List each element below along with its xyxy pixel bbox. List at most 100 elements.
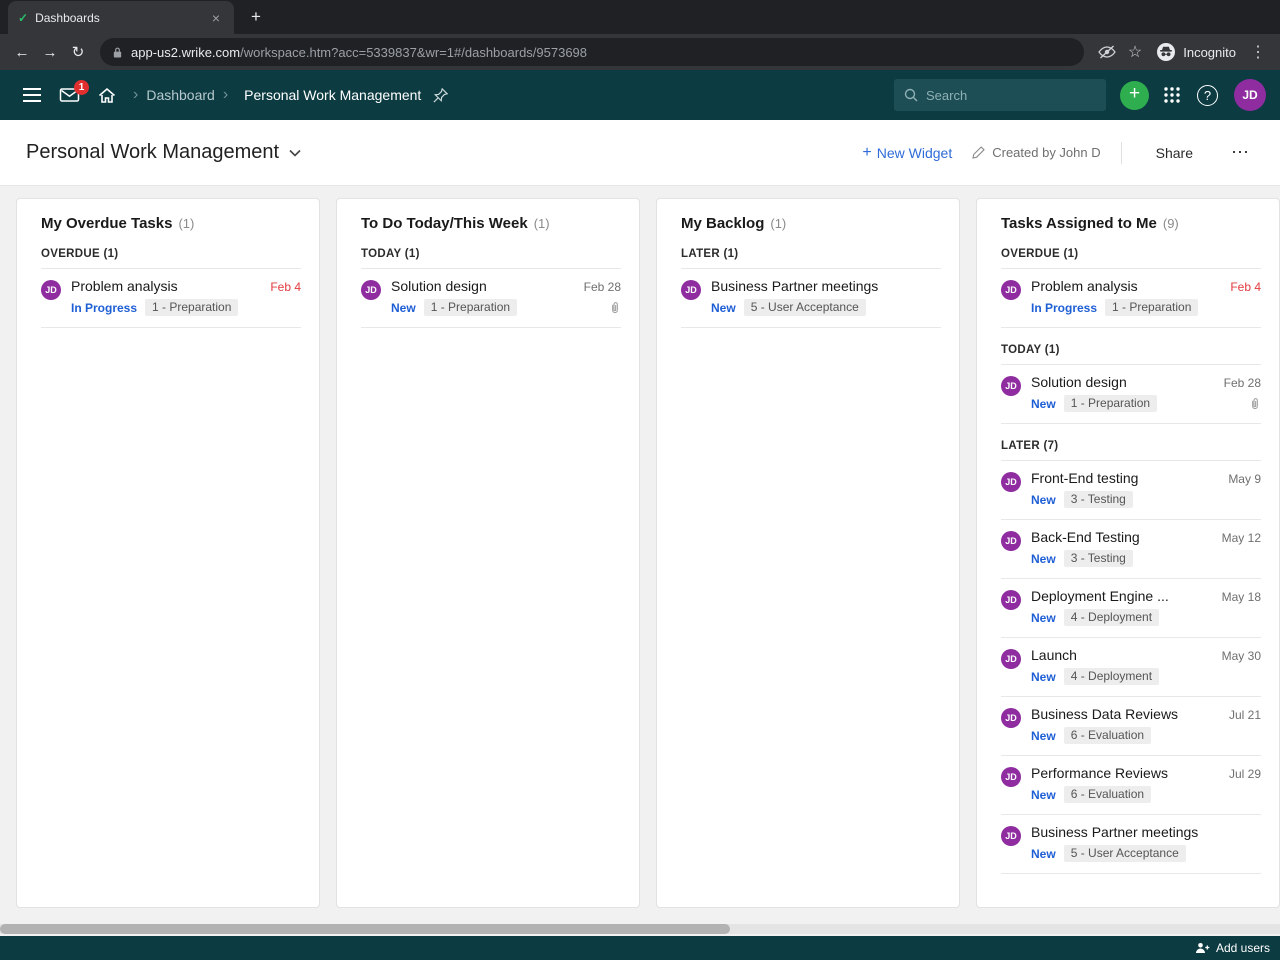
title-bar-actions: + New Widget Created by John D Share ⋯	[862, 141, 1254, 164]
assignee-avatar: JD	[1001, 826, 1021, 846]
task-due-date: May 18	[1221, 590, 1261, 604]
section-label: OVERDUE (1)	[41, 248, 301, 269]
hamburger-menu-icon[interactable]	[23, 88, 41, 102]
lock-icon	[112, 46, 123, 59]
browser-toolbar: ← → ↻ app-us2.wrike.com/workspace.htm?ac…	[0, 34, 1280, 70]
task-status: New	[1031, 551, 1056, 566]
address-bar[interactable]: app-us2.wrike.com/workspace.htm?acc=5339…	[100, 38, 1084, 66]
task-row[interactable]: JD Business Partner meetings New 5 - User A…	[681, 269, 941, 328]
breadcrumb-dashboard[interactable]: Dashboard	[146, 87, 215, 103]
task-stage-chip: 3 - Testing	[1063, 550, 1133, 567]
forward-button[interactable]: →	[36, 38, 64, 66]
new-tab-button[interactable]: +	[244, 7, 268, 27]
task-row[interactable]: JD Back-End Testing May 12 New 3 - Testing	[1001, 520, 1261, 579]
task-title[interactable]: Launch	[1031, 647, 1077, 663]
task-title[interactable]: Business Partner meetings	[711, 278, 878, 294]
user-avatar[interactable]: JD	[1234, 79, 1266, 111]
task-status: New	[1031, 787, 1056, 802]
horizontal-scrollbar-thumb[interactable]	[0, 924, 730, 934]
pin-icon[interactable]	[433, 87, 449, 103]
task-stage-chip: 6 - Evaluation	[1063, 727, 1152, 744]
task-stage-chip: 4 - Deployment	[1063, 609, 1160, 626]
apps-grid-icon[interactable]	[1163, 86, 1181, 104]
task-row[interactable]: JD Performance Reviews Jul 29 New 6 - Evalua…	[1001, 756, 1261, 815]
task-due-date: May 9	[1228, 472, 1261, 486]
tab-close-icon[interactable]: ×	[208, 9, 224, 27]
add-users-icon	[1195, 942, 1210, 954]
task-due-date: Jul 21	[1228, 708, 1261, 722]
create-new-button[interactable]: +	[1120, 80, 1149, 110]
task-row[interactable]: JD Launch May 30 New 4 - Deployment	[1001, 638, 1261, 697]
task-row[interactable]: JD Problem analysis Feb 4 In Progress 1 - Pr…	[1001, 269, 1261, 328]
search-icon	[904, 88, 918, 102]
url-text[interactable]: app-us2.wrike.com/workspace.htm?acc=5339…	[131, 45, 587, 60]
breadcrumb-current-page[interactable]: Personal Work Management	[244, 87, 421, 103]
attachment-icon	[609, 301, 621, 314]
inbox-badge: 1	[74, 80, 89, 95]
attachment-icon	[1249, 397, 1261, 410]
section-label: LATER (1)	[681, 248, 941, 269]
task-title[interactable]: Business Data Reviews	[1031, 706, 1178, 722]
task-row[interactable]: JD Problem analysis Feb 4 In Progress 1 - Pr…	[41, 269, 301, 328]
task-status: New	[711, 300, 736, 315]
incognito-indicator: Incognito	[1156, 42, 1236, 62]
divider	[1120, 141, 1122, 164]
horizontal-scrollbar-track[interactable]	[0, 924, 1280, 934]
task-stage-chip: 5 - User Acceptance	[743, 299, 866, 316]
add-users-label[interactable]: Add users	[1216, 941, 1270, 955]
assignee-avatar: JD	[1001, 590, 1021, 610]
task-row[interactable]: JD Front-End testing May 9 New 3 - Testing	[1001, 461, 1261, 520]
widget-card: My Overdue Tasks (1) OVERDUE (1) JD Problem …	[16, 198, 320, 908]
header-right-controls: + ? JD	[894, 79, 1266, 111]
task-due-date: May 30	[1221, 649, 1261, 663]
widget-card: To Do Today/This Week (1) TODAY (1) JD Solut…	[336, 198, 640, 908]
reload-button[interactable]: ↻	[64, 38, 92, 66]
widget-count: (1)	[533, 216, 550, 231]
task-title[interactable]: Problem analysis	[71, 278, 178, 294]
task-title[interactable]: Performance Reviews	[1031, 765, 1168, 781]
share-button[interactable]: Share	[1142, 145, 1207, 161]
back-button[interactable]: ←	[8, 38, 36, 66]
widget-title[interactable]: My Overdue Tasks	[41, 215, 172, 232]
task-row[interactable]: JD Deployment Engine ... May 18 New 4 - Depl…	[1001, 579, 1261, 638]
eye-off-icon[interactable]	[1098, 45, 1116, 59]
home-icon[interactable]	[98, 87, 116, 104]
task-title[interactable]: Business Partner meetings	[1031, 824, 1198, 840]
task-row[interactable]: JD Business Partner meetings New 5 - User A…	[1001, 815, 1261, 874]
more-options-icon[interactable]: ⋯	[1227, 142, 1254, 163]
bookmark-star-icon[interactable]: ☆	[1128, 42, 1142, 62]
task-row[interactable]: JD Solution design Feb 28 New 1 - Preparatio…	[361, 269, 621, 328]
search-input[interactable]	[926, 87, 1096, 103]
widget-title[interactable]: Tasks Assigned to Me	[1001, 215, 1157, 232]
task-title[interactable]: Solution design	[391, 278, 487, 294]
task-title[interactable]: Back-End Testing	[1031, 529, 1140, 545]
edit-pencil-icon	[972, 146, 986, 159]
task-status: New	[1031, 728, 1056, 743]
task-title[interactable]: Front-End testing	[1031, 470, 1138, 486]
task-title[interactable]: Deployment Engine ...	[1031, 588, 1169, 604]
task-status: In Progress	[1031, 300, 1098, 315]
task-title[interactable]: Solution design	[1031, 374, 1127, 390]
task-row[interactable]: JD Business Data Reviews Jul 21 New 6 - Eval…	[1001, 697, 1261, 756]
widget-card: My Backlog (1) LATER (1) JD Business Partner…	[656, 198, 960, 908]
breadcrumb-chevron-icon: ›	[222, 86, 229, 103]
widget-title[interactable]: My Backlog	[681, 215, 764, 232]
task-due-date: May 12	[1221, 531, 1261, 545]
title-dropdown-icon[interactable]	[289, 149, 301, 157]
task-status: New	[1031, 669, 1056, 684]
widget-card: Tasks Assigned to Me (9) OVERDUE (1) JD Prob…	[976, 198, 1280, 908]
incognito-icon	[1156, 42, 1176, 62]
assignee-avatar: JD	[1001, 472, 1021, 492]
assignee-avatar: JD	[1001, 531, 1021, 551]
new-widget-button[interactable]: + New Widget	[862, 144, 952, 162]
search-box[interactable]	[894, 79, 1106, 111]
browser-tab[interactable]: ✓ Dashboards ×	[8, 1, 234, 34]
inbox-icon[interactable]: 1	[59, 80, 89, 103]
assignee-avatar: JD	[41, 280, 61, 300]
task-title[interactable]: Problem analysis	[1031, 278, 1138, 294]
help-icon[interactable]: ?	[1197, 84, 1218, 106]
breadcrumb-chevron-icon: ›	[133, 86, 139, 103]
browser-menu-icon[interactable]: ⋮	[1250, 42, 1266, 62]
task-row[interactable]: JD Solution design Feb 28 New 1 - Preparatio…	[1001, 365, 1261, 424]
widget-title[interactable]: To Do Today/This Week	[361, 215, 528, 232]
